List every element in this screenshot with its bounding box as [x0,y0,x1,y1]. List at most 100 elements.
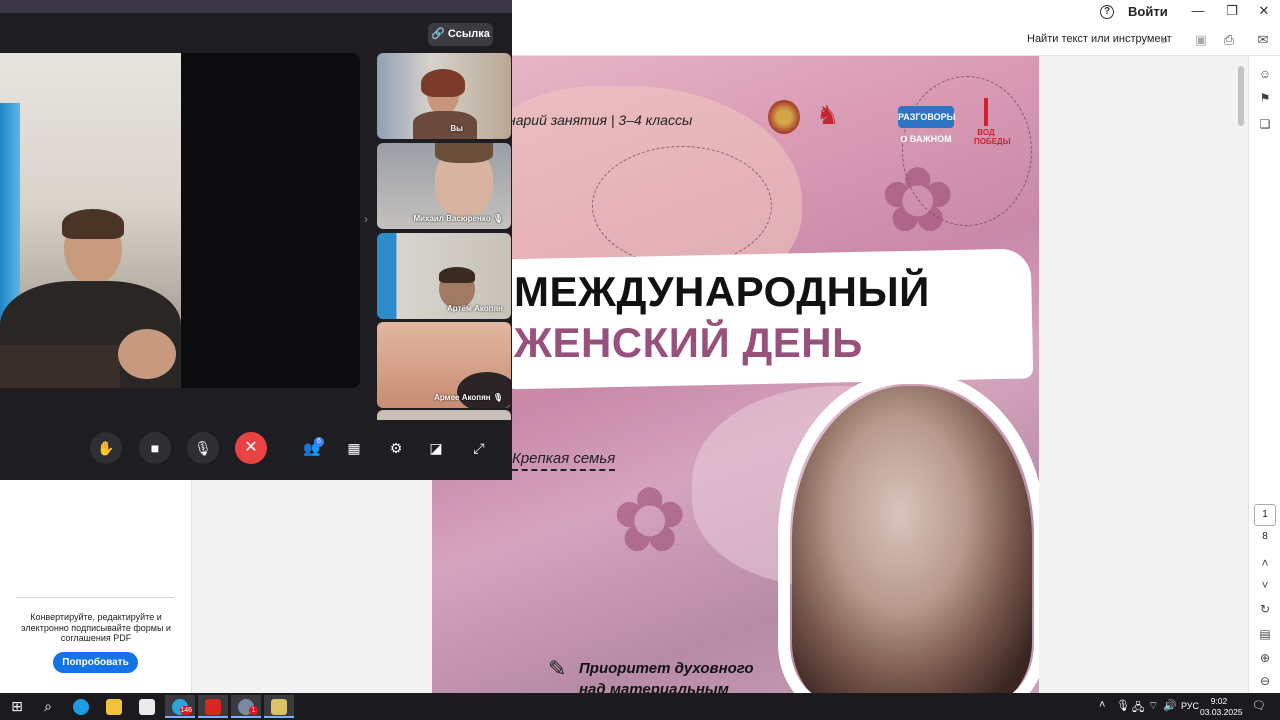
zoom-out-icon[interactable]: ⊖ [1257,673,1273,689]
page-tools-icon[interactable]: ▤ [1257,626,1273,642]
volume-icon[interactable]: 🔊 [1163,699,1177,712]
participants-count-badge: 6 [314,437,324,447]
title-line-1: МЕЖДУНАРОДНЫЙ [514,268,930,315]
clock-date: 03.03.2025 [1200,707,1243,717]
dashed-route [592,146,772,266]
participant-hair [435,143,493,163]
language-indicator[interactable]: РУС [1181,701,1199,711]
copy-link-button[interactable]: 🔗 Ссылка [428,23,493,46]
mic-muted-icon: 🎙 [492,393,503,402]
participant-hair [439,267,475,283]
print-icon[interactable]: ⎙ [1221,32,1237,48]
lily-icon: ✿ [612,471,688,571]
chevron-up-icon[interactable]: ˄ [1099,699,1105,711]
restore-icon[interactable]: ❐ [1222,2,1242,20]
subtitle: Крепкая семья [512,450,616,471]
minimize-icon[interactable]: — [1188,2,1208,20]
close-icon[interactable]: ✕ [1254,2,1274,20]
vertical-scrollbar[interactable] [1236,56,1246,693]
participant-tile-partial[interactable] [377,410,511,420]
save-icon[interactable]: ▣ [1193,32,1209,48]
portrait-image [778,372,1039,693]
participant-tile[interactable]: Михаил Васюренко 🎙 [377,143,511,229]
find-tool-label[interactable]: Найти текст или инструмент [1027,33,1172,45]
divider [16,597,174,598]
edge-browser-icon[interactable] [66,695,96,718]
store-icon[interactable] [132,695,162,718]
title-line-2: ЖЕНСКИЙ ДЕНЬ [514,319,863,366]
system-clock[interactable]: 9:02 03.03.2025 [1200,696,1243,718]
microphone-icon[interactable]: 🎙 [187,432,219,464]
total-pages: 8 [1262,531,1268,542]
speaker-video [0,53,181,388]
pdf-page: ✿ ✿ нарий занятия | 3–4 классы ♞ РАЗГОВО… [432,56,1039,693]
help-icon[interactable]: ? [1100,5,1114,19]
mic-muted-icon: 🎙 [492,214,503,223]
rotate-icon[interactable]: ↻ [1257,601,1273,617]
bottom-line-2: над материальным [579,681,729,693]
pages-icon[interactable]: ❏ [1257,116,1273,132]
chevron-right-icon[interactable]: › [364,212,368,226]
participant-object [457,372,511,408]
signin-button[interactable]: Войти [1128,4,1168,19]
bookmark-icon[interactable]: ⚑ [1257,90,1273,106]
fullscreen-icon[interactable]: ⤢ [463,432,495,464]
person-hair [62,209,124,239]
participant-name: Армее Акопян 🎙 [434,393,503,402]
search-icon[interactable]: ⌕ [33,695,63,718]
page-down-icon[interactable]: ˅ [1257,577,1273,593]
participant-name: Артём Акопян [447,304,503,313]
video-call-window: 🔗 Ссылка › Вы Михаил Васюренко 🎙 Артём А… [0,0,512,480]
media-app-icon[interactable] [264,695,294,718]
right-tool-rail: ☺ ⚑ ❏ 1 8 ˄ ˅ ↻ ▤ ⊕ ⊖ [1248,56,1280,693]
desk [0,345,120,388]
scroll-thumb[interactable] [1238,66,1244,126]
file-explorer-icon[interactable] [99,695,129,718]
current-page-field[interactable]: 1 [1254,504,1276,526]
participant-name: Михаил Васюренко 🎙 [413,214,503,223]
notifications-icon[interactable]: 🗨 [1252,699,1266,712]
end-call-icon[interactable]: ✕ [235,432,267,464]
participant-tile[interactable]: Артём Акопян [377,233,511,319]
network-icon[interactable]: 🖧 [1132,699,1144,718]
main-video-tile[interactable] [0,53,360,388]
windows-start-icon[interactable]: ⊞ [2,695,32,718]
portrait-halo [778,372,1039,693]
participant-tile[interactable]: Вы [377,53,511,139]
grid-layout-icon[interactable]: ▦ [338,432,370,464]
telegram-icon[interactable]: 146 [165,695,195,718]
institute-logo-icon: ♞ [816,100,840,130]
victory-year-logo: ВОД ПОБЕДЫ [974,98,1011,146]
institute-logo-text [848,110,888,126]
call-titlebar[interactable] [0,0,512,13]
mail-icon[interactable]: ✉ [1255,32,1271,48]
tray-mic-icon[interactable]: 🎙 [1116,699,1130,712]
zoom-in-icon[interactable]: ⊕ [1257,650,1273,666]
razgovory-logo: РАЗГОВОРЫ О ВАЖНОМ [898,106,955,144]
person-hand [118,329,176,379]
camera-icon[interactable]: ■ [139,432,171,464]
promo-text: Конвертируйте, редактируйте и электронно… [21,612,171,643]
bottom-caption: Приоритет духовного над материальным [579,658,754,693]
wifi-icon[interactable]: ⌔ [1148,699,1158,713]
settings-gear-icon[interactable]: ⚙ [380,432,412,464]
pencil-icon: ✎ [548,656,567,681]
participants-icon[interactable]: 👥 [296,432,328,464]
comment-icon[interactable]: ☺ [1257,66,1273,82]
yandex-badge: 1 [249,706,258,715]
page-up-icon[interactable]: ˄ [1257,555,1273,571]
raise-hand-icon[interactable]: ✋ [90,432,122,464]
yandex-telemost-icon[interactable]: 1 [231,695,261,718]
participant-name: Вы [450,124,463,133]
clock-time: 9:02 [1210,696,1228,706]
picture-in-picture-icon[interactable]: ◪ [420,432,452,464]
participant-tile[interactable]: Армее Акопян 🎙 [377,322,511,408]
ministry-emblem-icon [768,100,800,134]
promo-panel: Конвертируйте, редактируйте и электронно… [0,480,192,693]
participant-hair [421,69,465,97]
search-icon[interactable]: ⌕ [1157,32,1173,48]
try-button[interactable]: Попробовать [53,652,138,673]
lily-icon: ✿ [880,151,956,251]
bottom-line-1: Приоритет духовного [579,660,754,677]
acrobat-icon[interactable] [198,695,228,718]
